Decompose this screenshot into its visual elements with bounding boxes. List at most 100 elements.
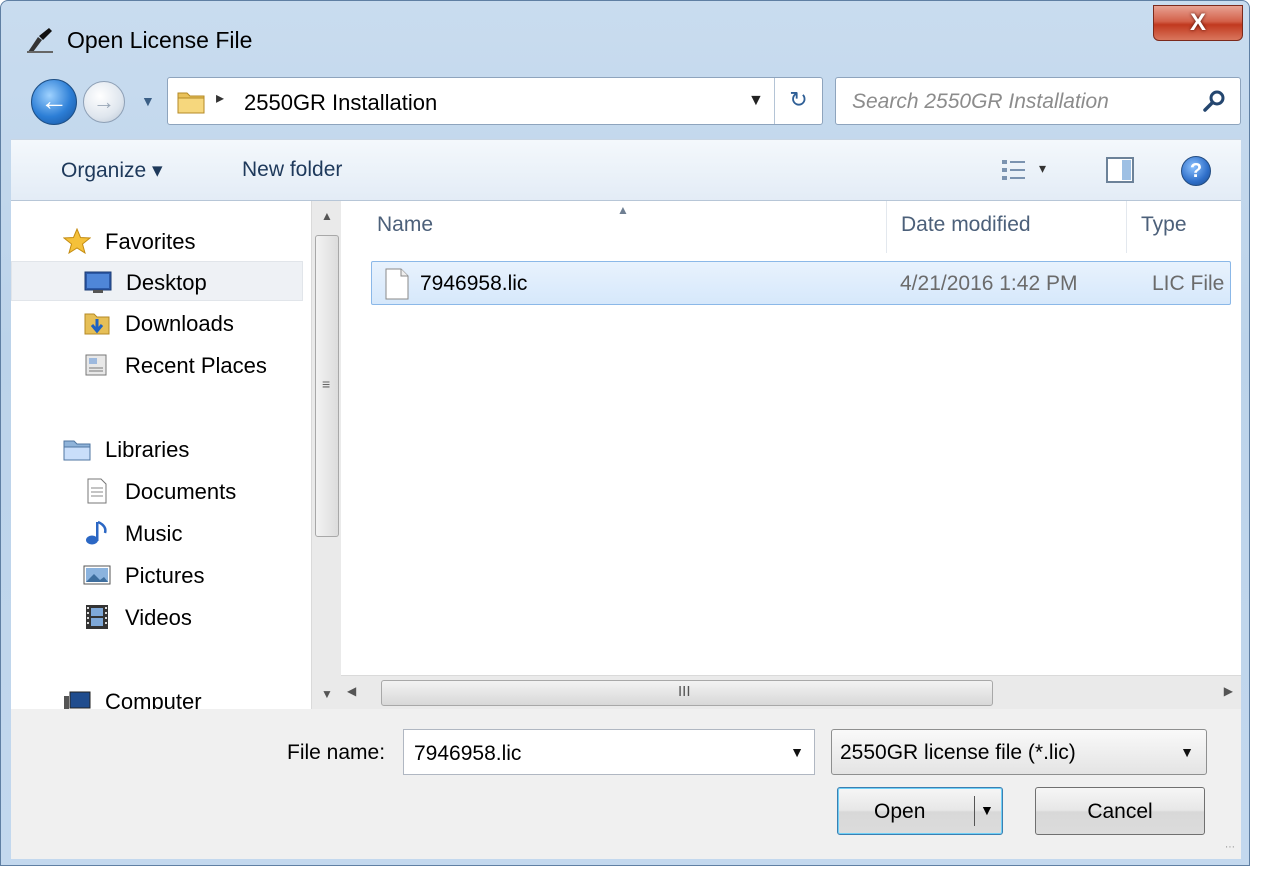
column-header-label: Date modified [901, 213, 1031, 236]
nav-item-pictures[interactable]: Pictures [11, 555, 303, 595]
search-placeholder: Search 2550GR Installation [852, 90, 1109, 113]
recent-locations-dropdown[interactable]: ▼ [141, 93, 159, 111]
file-type-value: 2550GR license file (*.lic) [840, 741, 1076, 764]
downloads-icon [84, 313, 110, 335]
cancel-button-label: Cancel [1087, 800, 1153, 823]
column-header-name[interactable]: Name ▲ [341, 201, 887, 253]
window-title: Open License File [67, 27, 253, 53]
change-view-button[interactable]: ▾ [1001, 158, 1057, 184]
nav-item-downloads[interactable]: Downloads [11, 303, 303, 343]
recent-places-icon [85, 354, 107, 376]
sort-ascending-icon: ▲ [617, 203, 629, 217]
grip-icon: ≡ [322, 376, 331, 392]
nav-item-favorites[interactable]: Favorites [11, 221, 303, 261]
nav-item-label: Libraries [105, 437, 190, 462]
open-options-dropdown-icon[interactable]: ▼ [980, 802, 994, 818]
forward-button[interactable]: → [83, 81, 125, 123]
breadcrumb-separator-icon: ▸ [216, 90, 225, 107]
help-button[interactable]: ? [1181, 156, 1211, 186]
file-name-label: File name: [287, 741, 386, 764]
nav-item-libraries[interactable]: Libraries [11, 429, 303, 469]
file-list-pane[interactable]: Name ▲ Date modified Type 7946958.lic 4/… [341, 201, 1241, 709]
open-license-file-dialog: Open License File X ← → ▼ ▸ 2550GR Insta… [0, 0, 1250, 866]
libraries-icon [63, 440, 91, 461]
address-dropdown-icon[interactable]: ▼ [748, 92, 764, 110]
new-folder-button[interactable]: New folder [242, 158, 342, 182]
close-button[interactable]: X [1153, 5, 1243, 41]
back-arrow-icon: ← [40, 85, 68, 116]
scrollbar-thumb[interactable]: III [381, 680, 993, 706]
address-bar[interactable]: ▸ 2550GR Installation ▼ ↻ [167, 77, 823, 125]
file-date-modified: 4/21/2016 1:42 PM [900, 272, 1078, 295]
nav-item-documents[interactable]: Documents [11, 471, 303, 511]
nav-item-label: Videos [125, 605, 192, 630]
nav-item-computer[interactable]: Computer [11, 681, 303, 709]
star-icon [63, 228, 91, 254]
music-icon [86, 520, 107, 545]
scroll-right-arrow-icon[interactable]: ▶ [1224, 684, 1233, 698]
file-name-dropdown-icon[interactable]: ▼ [790, 744, 804, 760]
videos-icon [86, 605, 108, 629]
scroll-down-arrow-icon[interactable]: ▼ [312, 679, 342, 709]
refresh-icon: ↻ [789, 87, 808, 112]
column-header-label: Name [377, 213, 434, 236]
computer-icon [64, 691, 91, 709]
nav-item-label: Computer [105, 689, 202, 709]
nav-item-videos[interactable]: Videos [11, 597, 303, 637]
title-bar[interactable]: Open License File X [1, 1, 1249, 61]
breadcrumb-2550gr-installation[interactable]: 2550GR Installation [244, 90, 437, 116]
file-name-value: 7946958.lic [414, 742, 522, 765]
dialog-footer: File name: 7946958.lic ▼ 2550GR license … [11, 709, 1241, 859]
views-dropdown-icon: ▾ [1039, 160, 1047, 176]
file-icon [385, 268, 409, 300]
grip-icon: III [678, 683, 691, 700]
nav-item-label: Pictures [125, 563, 205, 588]
preview-pane-icon[interactable] [1105, 156, 1135, 184]
nav-item-recent-places[interactable]: Recent Places [11, 345, 303, 385]
search-icon[interactable] [1202, 88, 1228, 114]
content-panes: Favorites Desktop Downloads Recent Place… [11, 201, 1241, 709]
navigation-pane-scrollbar[interactable]: ▲ ≡ ▼ [311, 201, 341, 709]
chevron-down-icon: ▼ [141, 93, 155, 109]
folder-icon [177, 92, 205, 114]
app-icon [27, 28, 53, 53]
nav-item-desktop[interactable]: Desktop [11, 261, 303, 301]
nav-item-label: Desktop [126, 270, 207, 295]
views-icon [1002, 160, 1025, 180]
scroll-left-arrow-icon[interactable]: ◀ [347, 684, 356, 698]
file-type: LIC File [1152, 272, 1225, 295]
navigation-pane[interactable]: Favorites Desktop Downloads Recent Place… [11, 201, 311, 709]
desktop-icon [84, 271, 112, 293]
nav-item-music[interactable]: Music [11, 513, 303, 553]
back-button[interactable]: ← [31, 79, 77, 125]
column-header-label: Type [1141, 213, 1187, 236]
forward-arrow-icon: → [93, 89, 115, 114]
split-divider [974, 796, 975, 826]
refresh-button[interactable]: ↻ [774, 78, 822, 124]
search-input[interactable]: Search 2550GR Installation [835, 77, 1241, 125]
open-button[interactable]: Open ▼ [837, 787, 1003, 835]
scroll-up-arrow-icon[interactable]: ▲ [312, 201, 342, 231]
nav-item-label: Recent Places [125, 353, 267, 378]
open-button-label: Open [874, 800, 926, 823]
file-row[interactable]: 7946958.lic 4/21/2016 1:42 PM LIC File [371, 261, 1231, 305]
command-bar: Organize ▾ New folder ▾ ? [11, 139, 1241, 201]
file-type-dropdown-icon: ▼ [1180, 744, 1194, 760]
nav-item-label: Documents [125, 479, 237, 504]
file-name: 7946958.lic [420, 272, 528, 295]
documents-icon [87, 478, 107, 504]
nav-item-label: Favorites [105, 229, 196, 254]
scrollbar-thumb[interactable]: ≡ [315, 235, 339, 537]
resize-grip-icon[interactable]: ⋯ [1225, 842, 1235, 853]
nav-item-label: Music [125, 521, 183, 546]
navigation-row: ← → ▼ ▸ 2550GR Installation ▼ ↻ Search 2… [1, 65, 1249, 135]
pictures-icon [83, 565, 111, 585]
column-header-date-modified[interactable]: Date modified [887, 201, 1127, 253]
organize-button[interactable]: Organize ▾ [61, 158, 163, 183]
column-header-type[interactable]: Type [1127, 201, 1241, 253]
file-type-select[interactable]: 2550GR license file (*.lic) ▼ [831, 729, 1207, 775]
file-list-horizontal-scrollbar[interactable]: ◀ III ▶ [341, 675, 1241, 709]
cancel-button[interactable]: Cancel [1035, 787, 1205, 835]
file-name-input[interactable]: 7946958.lic ▼ [403, 729, 815, 775]
nav-item-label: Downloads [125, 311, 234, 336]
